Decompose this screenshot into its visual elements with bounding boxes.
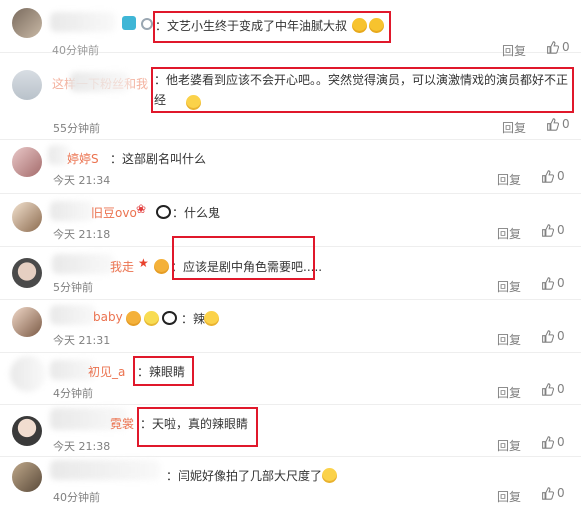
thumbs-up-icon [542, 487, 555, 500]
timestamp: 今天 21:31 [53, 334, 111, 347]
comment-row-9: ：闫妮好像拍了几部大尺度了 40分钟前 回复 0 [0, 456, 581, 504]
chick-emoji-icon [144, 311, 159, 326]
comment-row-7: 初见_a ：辣眼睛 4分钟前 回复 0 [0, 352, 581, 405]
like-button[interactable]: 0 [541, 382, 565, 396]
reply-button[interactable]: 回复 [497, 225, 521, 242]
comment-row-8: 霓裳 ：天啦，真的辣眼睛 今天 21:38 回复 0 [0, 404, 581, 457]
comment-row-3: 婷婷S ：这部剧名叫什么 今天 21:34 回复 0 [0, 139, 581, 194]
thumbs-up-icon [547, 118, 560, 131]
like-count: 0 [557, 486, 565, 500]
comment-text: ：辣 [181, 312, 206, 326]
like-count: 0 [557, 435, 565, 449]
like-count: 0 [562, 40, 570, 54]
username[interactable]: 婷婷S [67, 150, 99, 167]
highlight-box [153, 11, 391, 43]
avatar[interactable] [12, 70, 42, 100]
like-button[interactable]: 0 [541, 435, 565, 449]
comment-row-5: 我走 ★ ：应该是剧中角色需要吧..... 5分钟前 回复 0 [0, 236, 581, 300]
username[interactable]: 初见_a [88, 363, 125, 380]
thumbs-up-icon [542, 330, 555, 343]
avatar[interactable] [12, 416, 42, 446]
thumbs-up-icon [547, 41, 560, 54]
like-button[interactable]: 0 [541, 223, 565, 237]
like-count: 0 [562, 117, 570, 131]
flower-icon: ❀ [136, 202, 147, 216]
timestamp: 5分钟前 [53, 281, 93, 294]
blurred-username [50, 12, 116, 32]
comment-text: ：什么鬼 [172, 206, 221, 220]
comment-row-6: baby ：辣 今天 21:31 回复 0 [0, 299, 581, 353]
blurred-username [50, 201, 94, 221]
heart-eyes-emoji-icon [154, 259, 169, 274]
avatar[interactable] [12, 147, 42, 177]
like-button[interactable]: 0 [541, 486, 565, 500]
like-count: 0 [557, 169, 565, 183]
blurred-username [52, 254, 114, 274]
thumbs-up-icon [542, 277, 555, 290]
avatar[interactable] [12, 8, 42, 38]
blurred-username [50, 305, 96, 325]
heart-eyes-emoji-icon [126, 311, 141, 326]
like-button[interactable]: 0 [546, 40, 570, 54]
highlight-box [172, 236, 315, 280]
like-count: 0 [557, 276, 565, 290]
highlight-box [133, 356, 194, 386]
timestamp: 4分钟前 [53, 387, 93, 400]
highlight-box [137, 407, 258, 447]
comment-row-2: 这样一下粉丝和我 ：他老婆看到应该不会开心吧。。突然觉得演员，可以演激情戏的演员… [0, 56, 581, 140]
avatar[interactable] [12, 202, 42, 232]
username[interactable]: baby [93, 310, 123, 324]
member-icon [141, 18, 153, 30]
reply-button[interactable]: 回复 [497, 331, 521, 348]
like-count: 0 [557, 329, 565, 343]
thumbs-up-icon [542, 436, 555, 449]
reply-button[interactable]: 回复 [497, 278, 521, 295]
timestamp: 今天 21:18 [53, 228, 111, 241]
reply-button[interactable]: 回复 [497, 384, 521, 401]
username[interactable]: 我走 [110, 258, 134, 275]
comment-text: ：这部剧名叫什么 [110, 152, 207, 166]
like-count: 0 [557, 223, 565, 237]
highlight-box [151, 67, 574, 113]
reply-button[interactable]: 回复 [497, 488, 521, 505]
thumbs-up-icon [542, 224, 555, 237]
avatar[interactable] [12, 307, 42, 337]
thumbs-up-icon [542, 170, 555, 183]
like-button[interactable]: 0 [541, 169, 565, 183]
panda-icon [156, 205, 171, 219]
blurred-avatar [10, 356, 46, 392]
username[interactable]: 旧豆ovo [91, 204, 137, 221]
like-count: 0 [557, 382, 565, 396]
laugh-emoji-icon [322, 468, 337, 483]
timestamp: 今天 21:38 [53, 440, 111, 453]
star-icon: ★ [138, 256, 149, 270]
comment-row-1: ：文艺小生终于变成了中年油腻大叔 40分钟前 回复 0 [0, 0, 581, 58]
avatar[interactable] [12, 258, 42, 288]
reply-button[interactable]: 回复 [497, 437, 521, 454]
like-button[interactable]: 0 [541, 329, 565, 343]
blurred-username [70, 72, 130, 92]
blurred-username [50, 460, 160, 480]
comment-text: ：闫妮好像拍了几部大尺度了 [166, 469, 323, 483]
reply-button[interactable]: 回复 [497, 171, 521, 188]
like-button[interactable]: 0 [546, 117, 570, 131]
thumbs-up-icon [542, 383, 555, 396]
username[interactable]: 霓裳 [110, 415, 134, 432]
panda-icon [162, 311, 177, 325]
timestamp: 40分钟前 [53, 491, 100, 504]
laugh-emoji-icon [204, 311, 219, 326]
like-button[interactable]: 0 [541, 276, 565, 290]
timestamp: 今天 21:34 [53, 174, 111, 187]
verified-badge-icon [122, 16, 136, 30]
avatar[interactable] [12, 462, 42, 492]
reply-button[interactable]: 回复 [502, 119, 526, 136]
timestamp: 55分钟前 [53, 122, 100, 135]
